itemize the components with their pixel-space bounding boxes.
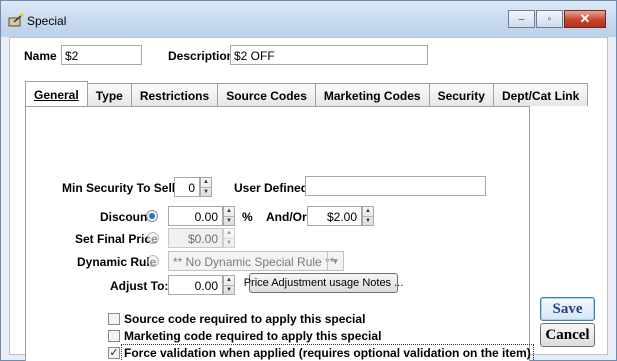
dynamic-rule-value: ** No Dynamic Special Rule ** <box>173 255 335 269</box>
tab-general[interactable]: General <box>25 81 88 106</box>
chevron-down-icon: ▼ <box>327 252 343 270</box>
maximize-icon: ▫ <box>547 13 552 25</box>
discount-field[interactable]: 0.00 <box>168 206 223 226</box>
and-or-field[interactable]: $2.00 <box>307 206 362 226</box>
spin-up-icon[interactable]: ▲ <box>224 207 234 216</box>
force-validation-checkbox[interactable]: ✓ <box>108 347 120 359</box>
minimize-button[interactable]: – <box>508 10 535 28</box>
checkmark-icon: ✓ <box>109 347 119 359</box>
spin-down-icon[interactable]: ▼ <box>201 187 211 196</box>
close-button[interactable]: ✕ <box>564 10 606 28</box>
percent-label: % <box>242 210 253 224</box>
spin-up-icon: ▲ <box>226 230 232 236</box>
set-final-price-label: Set Final Price <box>75 232 158 246</box>
tab-strip: General Type Restrictions Source Codes M… <box>25 81 589 107</box>
tab-dept-cat-link[interactable]: Dept/Cat Link <box>492 83 589 106</box>
minimize-icon: – <box>518 13 525 25</box>
tab-type[interactable]: Type <box>86 83 132 106</box>
dynamic-rule-label: Dynamic Rule <box>77 255 157 269</box>
name-label: Name <box>24 49 57 63</box>
general-tab-panel: Min Security To Sell: 0 ▲ ▼ User Defined:… <box>25 106 534 361</box>
save-button[interactable]: Save <box>540 297 595 321</box>
dialog-body: Name $2 Description $2 OFF General Type … <box>9 37 608 361</box>
min-security-spinner[interactable]: ▲ ▼ <box>200 177 212 197</box>
set-final-price-radio[interactable] <box>147 232 159 244</box>
spin-down-icon[interactable]: ▼ <box>363 216 373 225</box>
discount-label: Discount <box>100 210 152 224</box>
title-bar[interactable]: Special – ▫ ✕ <box>1 1 616 37</box>
final-price-spinner: ▲ ▼ <box>223 228 235 248</box>
spin-up-icon[interactable]: ▲ <box>201 178 211 187</box>
user-defined-label: User Defined: <box>234 181 313 195</box>
spin-up-icon[interactable]: ▲ <box>363 207 373 216</box>
cancel-button[interactable]: Cancel <box>540 323 595 347</box>
window-title: Special <box>27 14 67 28</box>
spin-down-icon: ▼ <box>224 238 234 247</box>
name-field[interactable]: $2 <box>61 45 142 65</box>
marketing-code-checkbox[interactable] <box>108 330 120 342</box>
tab-security[interactable]: Security <box>428 83 494 106</box>
close-icon: ✕ <box>579 11 591 26</box>
dynamic-rule-select: ** No Dynamic Special Rule ** ▼ <box>168 251 344 271</box>
wand-icon <box>8 13 24 27</box>
maximize-button[interactable]: ▫ <box>536 10 563 28</box>
adjust-to-spinner[interactable]: ▲ ▼ <box>223 275 235 295</box>
source-code-label: Source code required to apply this speci… <box>124 312 366 326</box>
spin-up-icon[interactable]: ▲ <box>224 276 234 285</box>
marketing-code-label: Marketing code required to apply this sp… <box>124 329 382 343</box>
special-window: Special – ▫ ✕ Name $2 Description $2 OFF… <box>0 0 617 361</box>
adjust-to-label: Adjust To: <box>110 279 169 293</box>
description-label: Description <box>168 49 235 63</box>
adjust-to-field[interactable]: 0.00 <box>168 275 223 295</box>
tab-restrictions[interactable]: Restrictions <box>130 83 219 106</box>
tab-marketing-codes[interactable]: Marketing Codes <box>314 83 430 106</box>
description-field[interactable]: $2 OFF <box>230 45 428 65</box>
and-or-label: And/Or: <box>266 210 311 224</box>
discount-spinner[interactable]: ▲ ▼ <box>223 206 235 226</box>
min-security-label: Min Security To Sell: <box>62 181 180 195</box>
final-price-field: $0.00 <box>168 228 223 248</box>
and-or-spinner[interactable]: ▲ ▼ <box>362 206 374 226</box>
spin-down-icon[interactable]: ▼ <box>224 285 234 294</box>
price-adjustment-notes-button[interactable]: Price Adjustment usage Notes ... <box>244 273 403 293</box>
discount-radio[interactable] <box>146 210 158 222</box>
source-code-checkbox[interactable] <box>108 313 120 325</box>
dynamic-rule-radio[interactable] <box>147 255 159 267</box>
force-validation-label: Force validation when applied (requires … <box>121 344 534 361</box>
tab-source-codes[interactable]: Source Codes <box>217 83 316 106</box>
user-defined-field[interactable] <box>305 176 486 196</box>
tab-label: General <box>34 88 79 102</box>
spin-down-icon[interactable]: ▼ <box>224 216 234 225</box>
min-security-field[interactable]: 0 <box>174 177 200 197</box>
